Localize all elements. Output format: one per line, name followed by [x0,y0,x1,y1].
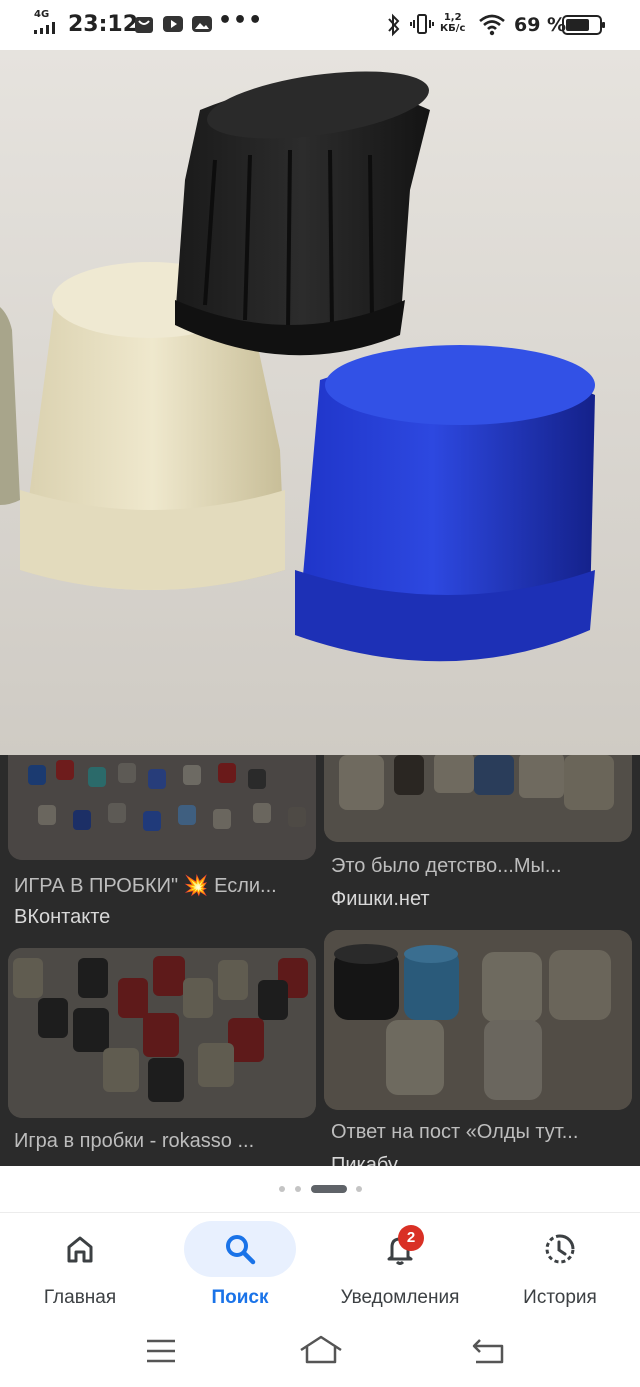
bottom-navigation: Главная Поиск 2 Уведомления История [0,1212,640,1321]
notification-badge: 2 [398,1225,424,1251]
pager-dot[interactable] [279,1186,285,1192]
nav-history[interactable]: История [480,1213,640,1321]
home-button-icon[interactable] [298,1334,344,1366]
nav-notifications[interactable]: 2 Уведомления [320,1213,480,1321]
more-notifications: ••• [218,8,264,33]
result-title[interactable]: Игра в пробки - rokasso ... [14,1130,314,1153]
menu-icon[interactable] [145,1338,177,1364]
result-source: Фишки.нет [331,888,430,910]
result-source: Пикабу [331,1154,398,1166]
nav-home[interactable]: Главная [0,1213,160,1321]
network-speed: 1,2 КБ/с [440,12,465,34]
wifi-icon [479,14,505,36]
pager-dot-active[interactable] [311,1185,347,1193]
result-thumbnail[interactable] [324,755,632,842]
battery-percent: 69 % [514,14,567,36]
speed-unit: КБ/с [440,23,466,34]
nav-search[interactable]: Поиск [160,1213,320,1321]
nav-notifications-label: Уведомления [340,1287,460,1308]
result-thumbnail[interactable] [324,930,632,1110]
notification-bag-icon [135,17,153,33]
home-icon [67,1236,93,1263]
result-title[interactable]: Ответ на пост «Олды тут... [331,1121,626,1144]
result-source: ВКонтакте [14,906,111,928]
nav-home-label: Главная [43,1287,117,1308]
result-title[interactable]: Это было детство...Мы... [331,855,626,878]
battery-icon [562,15,605,35]
caps-thumbnail-image [324,930,632,1110]
status-bar: 4G 23:12 ••• 1,2 КБ/с 69 % [0,0,640,50]
bottle-caps-photo [0,50,640,755]
network-type: 4G [34,9,50,20]
preview-image[interactable] [0,50,640,755]
result-title[interactable]: ИГРА В ПРОБКИ" 💥 Если... [14,873,314,898]
nav-history-label: История [523,1287,597,1308]
youtube-icon [163,16,183,32]
result-thumbnail[interactable] [8,755,316,860]
result-thumbnail[interactable] [8,948,316,1118]
search-icon [226,1235,256,1265]
pager-dot[interactable] [295,1186,301,1192]
caps-thumbnail-image [324,755,632,842]
vibrate-icon [410,14,434,34]
nav-search-label: Поиск [211,1287,269,1308]
caps-thumbnail-image [8,755,316,860]
signal-icon [34,22,55,34]
pager-dot[interactable] [356,1186,362,1192]
gallery-icon [192,16,212,32]
caps-thumbnail-image [8,948,316,1118]
clock: 23:12 [68,12,139,37]
image-pager [0,1166,640,1212]
back-icon[interactable] [470,1336,506,1366]
image-results-grid: ИГРА В ПРОБКИ" 💥 Если... ВКонтакте Это б… [0,755,640,1166]
speed-value: 1,2 [443,12,462,23]
bluetooth-icon [388,13,400,37]
history-icon [545,1234,575,1264]
system-navigation-bar [0,1320,640,1387]
